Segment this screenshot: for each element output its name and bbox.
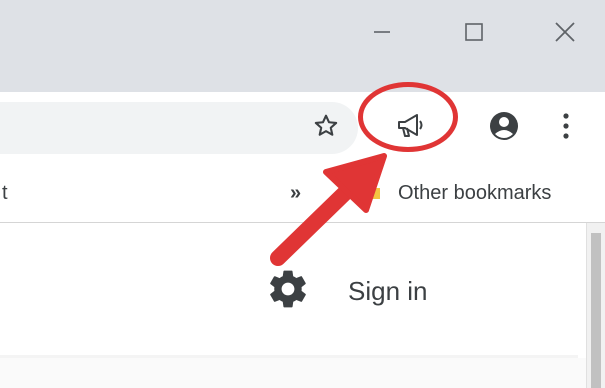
maximize-button[interactable] <box>452 16 496 52</box>
megaphone-icon <box>393 111 427 146</box>
close-button[interactable] <box>543 16 587 52</box>
announcement-button[interactable] <box>388 110 432 146</box>
content-card <box>0 358 586 388</box>
vertical-dots-icon <box>561 112 571 145</box>
sign-in-row[interactable]: Sign in <box>266 269 428 313</box>
chrome-menu-button[interactable] <box>552 110 580 146</box>
folder-icon <box>364 184 380 200</box>
account-circle-icon <box>488 110 520 147</box>
profile-button[interactable] <box>484 110 524 146</box>
maximize-icon <box>464 22 484 47</box>
minimize-button[interactable] <box>360 16 404 52</box>
star-icon <box>312 112 340 145</box>
bookmark-item-truncated[interactable]: t <box>2 182 8 205</box>
page-content: Sign in <box>0 223 605 388</box>
bookmarks-overflow-button[interactable]: » <box>290 182 301 205</box>
close-icon <box>554 21 576 48</box>
bookmarks-bar: t » Other bookmarks <box>0 164 605 223</box>
browser-toolbar <box>0 92 605 164</box>
gear-icon <box>266 267 310 316</box>
title-bar <box>0 0 605 92</box>
address-bar[interactable] <box>0 102 358 154</box>
sign-in-link[interactable]: Sign in <box>348 276 428 307</box>
other-bookmarks-label[interactable]: Other bookmarks <box>398 182 551 205</box>
bookmark-star-button[interactable] <box>308 114 344 142</box>
minimize-icon <box>372 22 392 47</box>
vertical-scrollbar[interactable] <box>586 223 605 388</box>
scrollbar-thumb[interactable] <box>591 233 601 388</box>
